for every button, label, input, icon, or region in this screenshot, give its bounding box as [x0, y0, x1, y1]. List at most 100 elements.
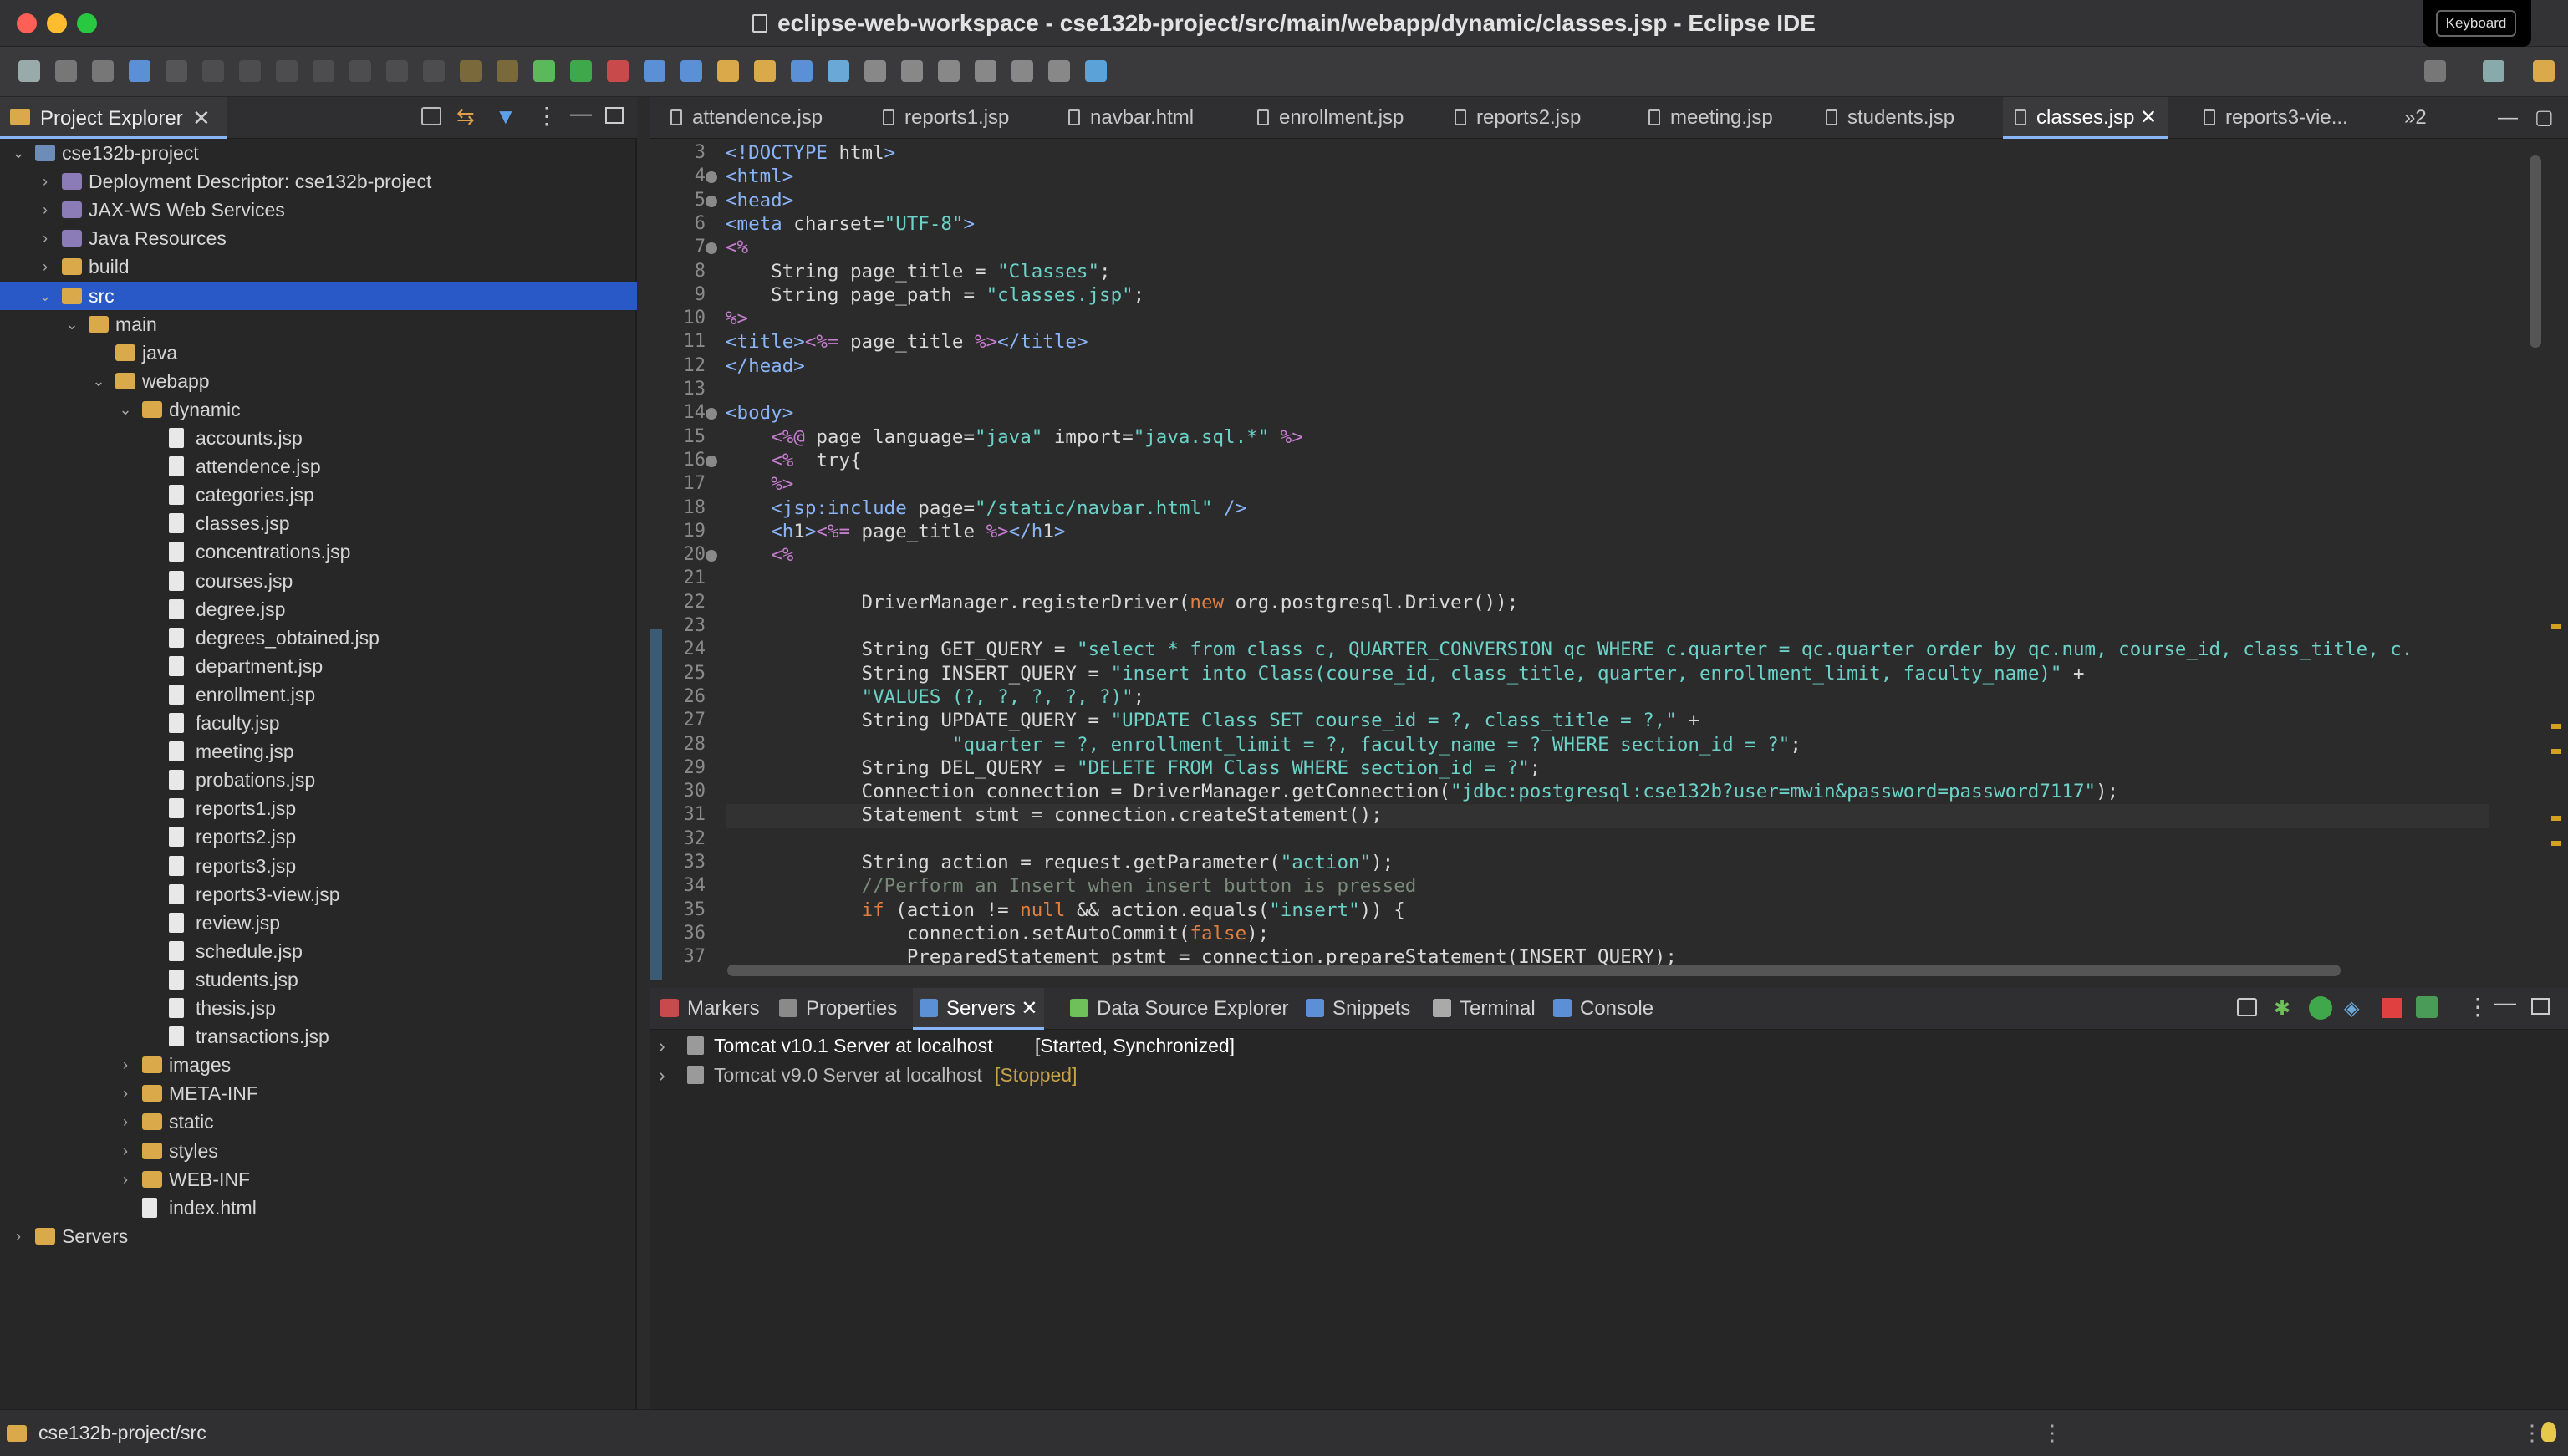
code-line[interactable]: connection.setAutoCommit(false); — [726, 923, 2489, 946]
chevron-right-icon[interactable]: › — [117, 1079, 134, 1107]
step-into-icon[interactable] — [349, 60, 371, 82]
maximize-icon[interactable] — [2531, 998, 2550, 1015]
chevron-right-icon[interactable]: › — [659, 1031, 665, 1060]
fold-toggle-icon[interactable] — [706, 550, 717, 563]
tree-item[interactable]: concentrations.jsp — [0, 537, 637, 566]
close-icon[interactable]: ✕ — [2134, 106, 2157, 129]
tab-navbar-html[interactable]: navbar.html — [1057, 97, 1205, 139]
code-line[interactable]: String page_title = "Classes"; — [726, 261, 2489, 284]
tab-attendence-jsp[interactable]: attendence.jsp — [659, 97, 834, 139]
chevron-right-icon[interactable]: › — [37, 196, 54, 224]
view-menu-icon[interactable]: ⋮ — [2466, 993, 2489, 1021]
tab-markers[interactable]: Markers — [654, 988, 767, 1030]
tree-item[interactable]: reports3-view.jsp — [0, 880, 637, 909]
back-icon[interactable] — [975, 60, 996, 82]
server-row[interactable]: › Tomcat v9.0 Server at localhost [Stopped… — [650, 1061, 2568, 1089]
chevron-right-icon[interactable]: › — [37, 224, 54, 252]
skip-breakpoints-icon[interactable] — [166, 60, 187, 82]
open-perspective-icon[interactable] — [1085, 60, 1107, 82]
collapse-all-icon[interactable] — [2237, 998, 2257, 1016]
annotation-icon[interactable] — [828, 60, 849, 82]
terminal-icon[interactable] — [129, 60, 150, 82]
tree-item[interactable]: attendence.jsp — [0, 452, 637, 481]
tree-item[interactable]: › Java Resources — [0, 224, 637, 252]
vertical-scrollbar[interactable] — [2530, 155, 2541, 348]
fold-toggle-icon[interactable] — [706, 242, 717, 255]
terminate-icon[interactable] — [276, 60, 298, 82]
disconnect-icon[interactable] — [313, 60, 334, 82]
open-type-icon[interactable] — [717, 60, 739, 82]
tree-item[interactable]: department.jsp — [0, 652, 637, 680]
suspend-icon[interactable] — [239, 60, 261, 82]
code-line[interactable] — [726, 615, 2489, 639]
overview-marker[interactable] — [2551, 724, 2561, 729]
step-over-icon[interactable] — [386, 60, 408, 82]
run-icon[interactable] — [570, 60, 592, 82]
tab-reports1-jsp[interactable]: reports1.jsp — [871, 97, 1021, 139]
tab-data-source-explorer[interactable]: Data Source Explorer — [1063, 988, 1295, 1030]
tree-item[interactable]: probations.jsp — [0, 766, 637, 794]
tab-reports3-vie-[interactable]: reports3-vie... — [2192, 97, 2360, 139]
chevron-right-icon[interactable]: › — [10, 1222, 27, 1250]
publish-server-icon[interactable] — [2416, 996, 2438, 1018]
fold-toggle-icon[interactable] — [706, 455, 717, 467]
search-icon[interactable] — [754, 60, 776, 82]
tab-terminal[interactable]: Terminal — [1426, 988, 1542, 1030]
code-line[interactable]: "VALUES (?, ?, ?, ?, ?)"; — [726, 686, 2489, 710]
tree-item[interactable]: degrees_obtained.jsp — [0, 624, 637, 652]
code-line[interactable]: %> — [726, 473, 2489, 496]
toggle-comment-icon[interactable] — [460, 60, 482, 82]
code-line[interactable] — [726, 379, 2489, 402]
tree-item[interactable]: degree.jsp — [0, 595, 637, 624]
tree-item[interactable]: faculty.jsp — [0, 709, 637, 737]
new-icon[interactable] — [18, 60, 40, 82]
code-line[interactable]: <% — [726, 237, 2489, 260]
tree-item[interactable]: ⌄ cse132b-project — [0, 139, 637, 167]
tree-item[interactable]: › JAX-WS Web Services — [0, 196, 637, 224]
tree-item[interactable]: › Deployment Descriptor: cse132b-project — [0, 167, 637, 196]
tab-snippets[interactable]: Snippets — [1299, 988, 1417, 1030]
external-tools-icon[interactable] — [644, 60, 665, 82]
next-annotation-icon[interactable] — [938, 60, 960, 82]
filter-icon[interactable]: ▼ — [495, 104, 517, 130]
drop-to-frame-icon[interactable] — [497, 60, 518, 82]
code-line[interactable]: <%@ page language="java" import="java.sq… — [726, 426, 2489, 450]
tree-item[interactable]: accounts.jsp — [0, 424, 637, 452]
tree-item[interactable]: thesis.jsp — [0, 994, 637, 1022]
code-line[interactable]: //Perform an Insert when insert button i… — [726, 875, 2489, 899]
forward-icon[interactable] — [1011, 60, 1033, 82]
tree-item[interactable]: reports2.jsp — [0, 822, 637, 851]
prev-annotation-icon[interactable] — [901, 60, 923, 82]
tree-item[interactable]: categories.jsp — [0, 481, 637, 509]
tree-item[interactable]: › images — [0, 1051, 637, 1079]
code-line[interactable]: "quarter = ?, enrollment_limit = ?, facu… — [726, 734, 2489, 757]
debug-server-icon[interactable]: ✱ — [2274, 996, 2290, 1021]
chevron-right-icon[interactable]: › — [37, 252, 54, 281]
code-line[interactable]: Statement stmt = connection.createStatem… — [726, 804, 2489, 828]
tab-properties[interactable]: Properties — [772, 988, 904, 1030]
tree-item[interactable]: meeting.jsp — [0, 737, 637, 766]
perspective-icon[interactable] — [2483, 60, 2504, 82]
overview-marker[interactable] — [2551, 749, 2561, 754]
collapse-all-icon[interactable] — [421, 107, 441, 125]
pin-icon[interactable] — [1048, 60, 1070, 82]
server-row[interactable]: › Tomcat v10.1 Server at localhost [Starte… — [650, 1031, 2568, 1060]
fold-toggle-icon[interactable] — [706, 195, 717, 207]
tree-item[interactable]: reports1.jsp — [0, 794, 637, 822]
code-line[interactable]: <meta charset="UTF-8"> — [726, 213, 2489, 237]
tree-item[interactable]: › Servers — [0, 1222, 637, 1250]
code-line[interactable]: <% — [726, 544, 2489, 568]
tab-meeting-jsp[interactable]: meeting.jsp — [1637, 97, 1785, 139]
overview-marker[interactable] — [2551, 624, 2561, 629]
chevron-down-icon[interactable]: ⌄ — [37, 282, 54, 310]
status-menu-icon[interactable]: ⋮ — [2521, 1420, 2543, 1446]
tree-item[interactable]: › styles — [0, 1137, 637, 1165]
code-line[interactable]: String GET_QUERY = "select * from class … — [726, 639, 2489, 662]
tree-item[interactable]: java — [0, 339, 637, 367]
chevron-down-icon[interactable]: ⌄ — [64, 310, 80, 339]
tree-item[interactable]: courses.jsp — [0, 567, 637, 595]
code-line[interactable]: <title><%= page_title %></title> — [726, 331, 2489, 354]
tree-item[interactable]: ⌄ src — [0, 281, 637, 310]
chevron-right-icon[interactable]: › — [659, 1061, 665, 1089]
save-icon[interactable] — [55, 60, 77, 82]
